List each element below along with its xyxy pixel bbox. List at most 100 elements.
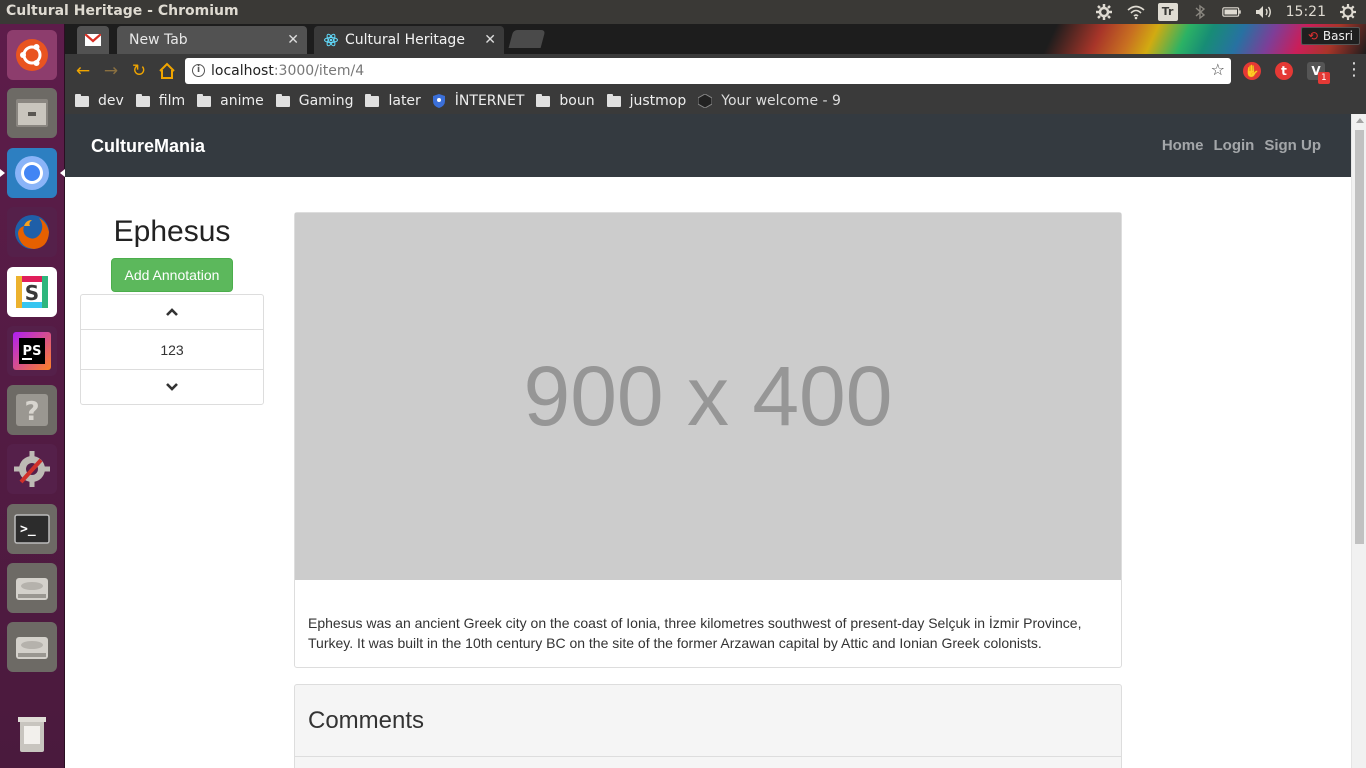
item-description: Ephesus was an ancient Greek city on the… [308, 615, 1082, 651]
reload-icon[interactable]: ↻ [129, 61, 149, 81]
folder-icon [135, 93, 150, 107]
drive-icon-2[interactable] [7, 622, 57, 672]
adblock-icon[interactable]: ✋ [1243, 62, 1261, 80]
close-icon[interactable]: ✕ [484, 32, 496, 48]
keyboard-layout-indicator[interactable]: Tr [1157, 3, 1178, 21]
folder-icon [536, 93, 551, 107]
downvote-button[interactable] [81, 370, 263, 404]
forward-arrow-icon[interactable]: → [101, 61, 121, 81]
nav-signup-link[interactable]: Sign Up [1264, 137, 1321, 154]
scroll-up-icon[interactable] [1356, 118, 1364, 123]
folder-icon [275, 93, 290, 107]
bookmark-label: justmop [629, 93, 687, 109]
site-navbar: CultureMania Home Login Sign Up [65, 114, 1351, 177]
phpstorm-icon[interactable]: PS [7, 326, 57, 376]
pinned-gmail-tab[interactable] [77, 26, 109, 54]
bookmark-internet[interactable]: İNTERNET [432, 93, 525, 109]
bookmark-label: boun [559, 93, 595, 109]
react-icon [324, 33, 338, 47]
item-content: 900 x 400 Ephesus was an ancient Greek c… [294, 212, 1122, 768]
bluetooth-icon[interactable] [1190, 4, 1210, 20]
bookmark-your-welcome[interactable]: Your welcome - 9 [698, 93, 841, 109]
bookmark-dev[interactable]: dev [75, 93, 124, 109]
home-icon[interactable] [157, 61, 177, 81]
folder-icon [197, 93, 212, 107]
power-gear-icon[interactable] [1338, 4, 1358, 20]
wifi-icon[interactable] [1126, 4, 1146, 20]
bookmark-justmop[interactable]: justmop [606, 93, 687, 109]
ubuntu-dash-icon[interactable] [7, 30, 57, 80]
bookmark-label: anime [220, 93, 264, 109]
comments-card: Comments [294, 684, 1122, 768]
new-tab-button[interactable] [508, 30, 546, 48]
settings-gear-icon[interactable] [1094, 4, 1114, 20]
bookmark-label: film [158, 93, 186, 109]
item-title: Ephesus [113, 215, 231, 248]
t-extension-icon[interactable]: t [1275, 62, 1293, 80]
bookmark-gaming[interactable]: Gaming [275, 93, 354, 109]
site-icon [698, 94, 713, 108]
trash-icon[interactable] [7, 709, 57, 759]
svg-text:>_: >_ [20, 522, 36, 537]
chevron-up-icon [166, 308, 178, 316]
item-sidebar: Ephesus Add Annotation 123 [80, 212, 264, 405]
page-viewport: CultureMania Home Login Sign Up Ephesus … [65, 114, 1366, 768]
tab-strip: New Tab ✕ Cultural Heritage ✕ ⟲ Basri [65, 24, 1366, 54]
files-icon[interactable] [7, 88, 57, 138]
launcher: S PS ? >_ [0, 24, 65, 768]
add-annotation-button[interactable]: Add Annotation [111, 258, 233, 292]
tab-label: Cultural Heritage [345, 32, 465, 48]
terminal-icon[interactable]: >_ [7, 504, 57, 554]
vote-widget: 123 [80, 294, 264, 405]
nav-login-link[interactable]: Login [1214, 137, 1255, 154]
tab-cultural-heritage[interactable]: Cultural Heritage ✕ [314, 26, 504, 54]
bookmark-later[interactable]: later [365, 93, 421, 109]
site-brand[interactable]: CultureMania [91, 136, 205, 157]
bookmark-anime[interactable]: anime [197, 93, 264, 109]
address-bar[interactable]: i localhost:3000/item/4 ☆ [185, 58, 1231, 84]
bookmarks-bar: dev film anime Gaming later İNTERNET bou… [65, 88, 1366, 114]
slack-icon[interactable]: S [7, 267, 57, 317]
bookmark-star-icon[interactable]: ☆ [1211, 60, 1225, 79]
phpstorm-label: PS [23, 344, 42, 359]
folder-icon [75, 93, 89, 107]
volume-icon[interactable] [1254, 4, 1274, 20]
bookmark-film[interactable]: film [135, 93, 186, 109]
url-path: :3000/item/4 [273, 63, 365, 79]
chromium-icon[interactable] [0, 148, 65, 198]
gmail-icon [85, 34, 101, 46]
info-icon[interactable]: i [192, 64, 205, 77]
scrollbar-thumb[interactable] [1355, 130, 1364, 544]
firefox-icon[interactable] [7, 207, 57, 257]
bookmark-label: İNTERNET [454, 93, 525, 109]
close-icon[interactable]: ✕ [287, 32, 299, 48]
item-card: 900 x 400 Ephesus was an ancient Greek c… [294, 212, 1122, 668]
clock[interactable]: 15:21 [1286, 4, 1326, 20]
bookmark-label: Gaming [298, 93, 354, 109]
nav-home-link[interactable]: Home [1162, 137, 1204, 154]
back-arrow-icon[interactable]: ← [73, 61, 93, 81]
help-icon[interactable]: ? [7, 385, 57, 435]
nav-links: Home Login Sign Up [1162, 137, 1321, 154]
comments-heading: Comments [295, 685, 1121, 757]
item-image-placeholder: 900 x 400 [295, 213, 1121, 580]
folder-icon [606, 93, 621, 107]
system-settings-icon[interactable] [7, 444, 57, 494]
sync-error-icon: ⟲ [1307, 29, 1318, 43]
profile-button[interactable]: ⟲ Basri [1300, 27, 1360, 45]
tab-new-tab[interactable]: New Tab ✕ [117, 26, 307, 54]
system-tray: Tr 15:21 [1094, 0, 1358, 24]
page-scrollbar[interactable] [1351, 114, 1366, 768]
browser-toolbar: ← → ↻ i localhost:3000/item/4 ☆ ✋ t V 1 … [65, 54, 1366, 88]
window-title: Cultural Heritage - Chromium [6, 3, 239, 19]
battery-icon[interactable] [1221, 4, 1242, 20]
bookmark-boun[interactable]: boun [536, 93, 595, 109]
vote-count: 123 [81, 329, 263, 370]
folder-icon [365, 93, 380, 107]
profile-name: Basri [1322, 29, 1353, 43]
bookmark-label: dev [98, 93, 124, 109]
drive-icon[interactable] [7, 563, 57, 613]
menu-icon[interactable]: ⋮ [1345, 60, 1363, 80]
chevron-down-icon [166, 383, 178, 391]
upvote-button[interactable] [81, 295, 263, 329]
